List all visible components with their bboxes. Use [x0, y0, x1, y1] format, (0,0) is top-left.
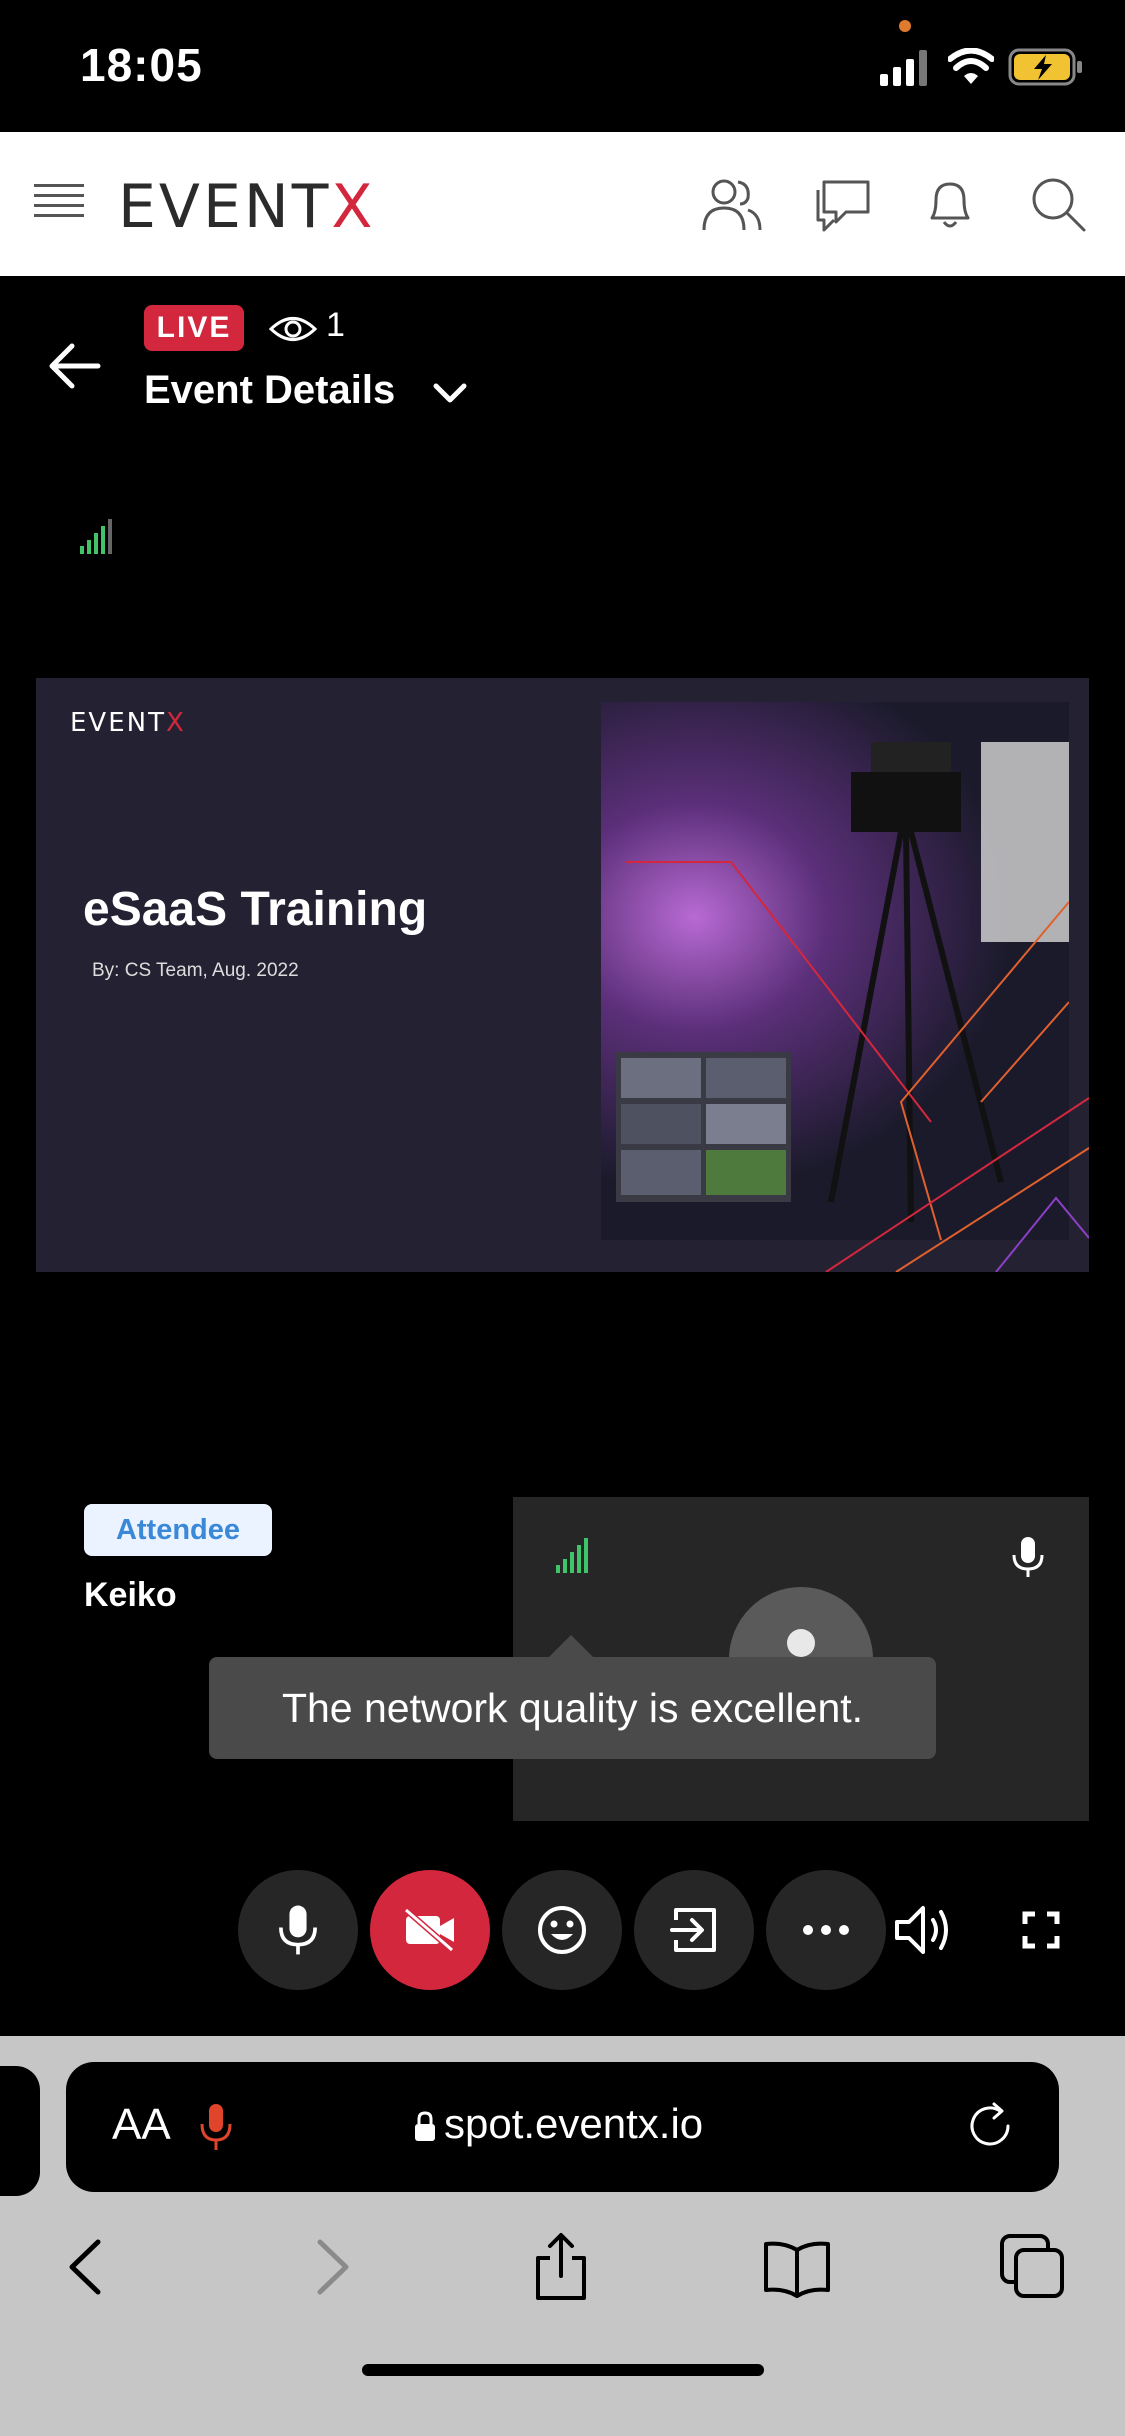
mic-icon: [1012, 1537, 1044, 1577]
reload-icon[interactable]: [964, 2100, 1018, 2154]
more-icon: [803, 1925, 849, 1935]
speaker-icon: [895, 1906, 948, 1954]
network-signal-icon[interactable]: [80, 518, 114, 554]
chevron-down-icon[interactable]: [430, 374, 470, 414]
tooltip-arrow: [549, 1635, 593, 1657]
camera-off-icon: [404, 1908, 454, 1952]
slide-logo: EVENTX: [70, 708, 186, 738]
voice-search-icon[interactable]: [198, 2102, 234, 2152]
share-icon[interactable]: [526, 2232, 596, 2302]
cellular-signal-icon: [880, 50, 927, 86]
more-options-button[interactable]: [766, 1870, 886, 1990]
speaker-button[interactable]: [888, 1895, 958, 1965]
url-text[interactable]: spot.eventx.io: [444, 2100, 703, 2148]
bookmarks-icon[interactable]: [762, 2232, 832, 2302]
attendee-badge: Attendee: [84, 1504, 272, 1556]
slide-title: eSaaS Training: [83, 883, 428, 936]
fullscreen-button[interactable]: [1006, 1895, 1076, 1965]
status-time: 18:05: [80, 39, 203, 91]
fullscreen-icon: [1022, 1911, 1060, 1949]
forward-icon[interactable]: [294, 2232, 364, 2302]
bell-icon[interactable]: [918, 172, 982, 236]
wifi-icon: [948, 48, 994, 84]
battery-charging-icon: [1008, 48, 1082, 86]
app-header: EVENTX: [0, 132, 1125, 276]
text-size-button[interactable]: AA: [112, 2100, 171, 2150]
tabs-icon[interactable]: [998, 2232, 1068, 2302]
status-bar: 18:05: [0, 0, 1125, 132]
network-signal-icon[interactable]: [556, 1537, 590, 1573]
people-icon[interactable]: [700, 172, 764, 236]
event-details-title[interactable]: Event Details: [144, 368, 395, 413]
previous-tab-edge[interactable]: [0, 2066, 40, 2196]
eye-icon: [268, 317, 318, 341]
viewer-count: 1: [326, 306, 345, 344]
mic-button[interactable]: [238, 1870, 358, 1990]
camera-toggle-button[interactable]: [370, 1870, 490, 1990]
privacy-indicator-dot: [899, 20, 911, 32]
chat-icon[interactable]: [810, 172, 874, 236]
address-bar[interactable]: AA spot.eventx.io: [66, 2062, 1059, 2192]
network-quality-tooltip: The network quality is excellent.: [209, 1657, 936, 1759]
decorative-lines: [825, 1097, 1089, 1272]
eventx-logo[interactable]: EVENTX: [118, 172, 376, 242]
mic-icon: [279, 1905, 317, 1955]
leave-button[interactable]: [634, 1870, 754, 1990]
emoji-icon: [538, 1906, 586, 1954]
search-icon[interactable]: [1026, 172, 1090, 236]
exit-icon: [670, 1908, 716, 1952]
participant-name: Keiko: [84, 1576, 177, 1614]
browser-toolbar: AA spot.eventx.io: [0, 2036, 1125, 2436]
live-badge: LIVE: [144, 305, 244, 351]
lock-icon: [415, 2111, 435, 2141]
slide-subtitle: By: CS Team, Aug. 2022: [92, 960, 299, 981]
back-arrow-icon[interactable]: [44, 340, 104, 392]
menu-icon[interactable]: [34, 184, 84, 224]
back-icon[interactable]: [54, 2232, 124, 2302]
reactions-button[interactable]: [502, 1870, 622, 1990]
presentation-slide: EVENTX eSaaS Training By: CS Team, Aug. …: [36, 678, 1089, 1272]
home-indicator[interactable]: [362, 2364, 764, 2376]
